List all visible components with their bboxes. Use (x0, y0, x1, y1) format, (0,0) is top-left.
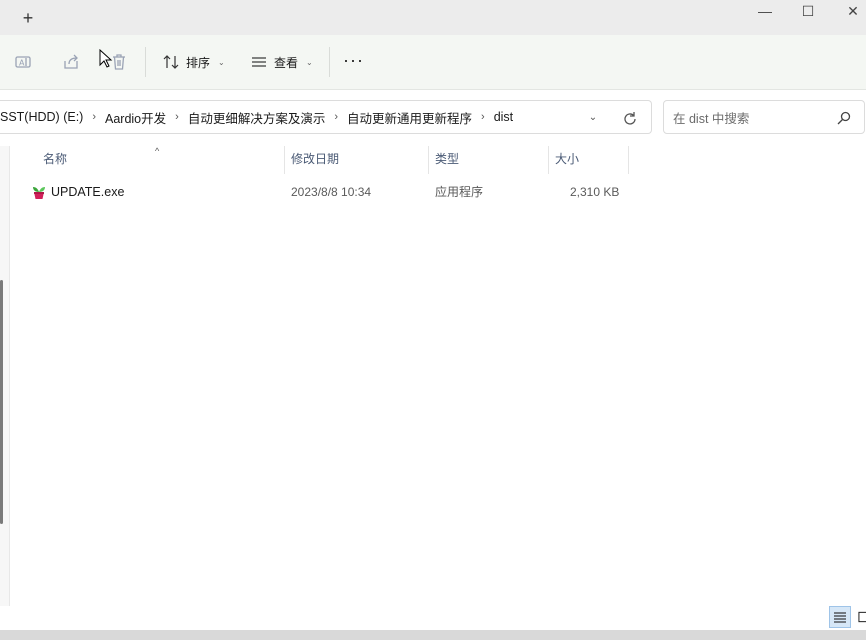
status-bar (0, 606, 866, 630)
tiles-view-button[interactable] (853, 606, 866, 628)
column-header-size[interactable]: 大小 (555, 146, 579, 174)
file-name: UPDATE.exe (51, 185, 125, 199)
view-label: 查看 (274, 55, 299, 70)
breadcrumb-item[interactable]: 自动更新通用更新程序 (347, 108, 472, 127)
breadcrumb-separator[interactable]: › (325, 111, 347, 123)
column-divider[interactable] (428, 146, 429, 174)
details-view-button[interactable] (829, 606, 851, 628)
breadcrumb-separator[interactable]: › (166, 111, 188, 123)
column-header-type[interactable]: 类型 (435, 146, 459, 174)
search-icon[interactable] (836, 110, 852, 126)
file-date: 2023/8/8 10:34 (291, 185, 372, 199)
details-view-icon (834, 612, 846, 623)
navigation-scrollbar[interactable] (0, 280, 3, 524)
breadcrumb-item-current[interactable]: dist (494, 110, 513, 124)
column-header-name[interactable]: 名称 (43, 146, 67, 174)
chevron-down-icon: ⌄ (218, 57, 225, 67)
new-tab-button[interactable]: + (18, 7, 38, 29)
refresh-icon[interactable] (620, 109, 640, 129)
sort-ascending-icon: ^ (155, 146, 160, 156)
column-header-date[interactable]: 修改日期 (291, 146, 339, 174)
toolbar-divider (329, 47, 330, 77)
breadcrumb-item[interactable]: 自动更细解决方案及演示 (188, 108, 326, 127)
file-type: 应用程序 (435, 185, 484, 199)
minimize-button[interactable]: — (750, 2, 780, 20)
close-button[interactable]: ✕ (838, 2, 866, 20)
column-divider[interactable] (628, 146, 629, 174)
svg-text:A: A (19, 59, 25, 68)
file-row[interactable]: UPDATE.exe 2023/8/8 10:34 应用程序 2,310 KB (10, 178, 630, 206)
breadcrumb[interactable]: SST(HDD) (E:) › Aardio开发 › 自动更细解决方案及演示 ›… (0, 100, 652, 134)
sort-icon (163, 55, 179, 69)
tiles-view-icon (857, 611, 866, 623)
column-divider[interactable] (548, 146, 549, 174)
window-bottom-edge (0, 630, 866, 640)
breadcrumb-item[interactable]: Aardio开发 (105, 108, 166, 127)
navigation-pane (0, 146, 10, 606)
mouse-cursor-icon (99, 49, 113, 68)
toolbar-divider (145, 47, 146, 77)
column-divider[interactable] (284, 146, 285, 174)
rename-icon[interactable]: A (13, 52, 33, 72)
more-options-button[interactable]: ··· (343, 51, 364, 69)
file-size: 2,310 KB (570, 185, 620, 199)
search-placeholder: 在 dist 中搜索 (673, 111, 750, 126)
breadcrumb-separator[interactable]: › (472, 111, 494, 123)
sort-button[interactable]: 排序 ⌄ (162, 50, 225, 74)
sort-label: 排序 (186, 55, 211, 70)
breadcrumb-item[interactable]: SST(HDD) (E:) (0, 110, 83, 124)
view-icon (252, 57, 266, 67)
share-icon[interactable] (61, 52, 81, 72)
maximize-button[interactable]: ☐ (793, 2, 823, 20)
view-button[interactable]: 查看 ⌄ (250, 50, 313, 74)
file-list: ^ 名称 修改日期 类型 大小 UPDATE.exe 2023/8/8 10:3… (10, 146, 866, 606)
address-row: SST(HDD) (E:) › Aardio开发 › 自动更细解决方案及演示 ›… (0, 90, 866, 146)
title-bar: + — ☐ ✕ (0, 0, 866, 35)
chevron-down-icon: ⌄ (306, 57, 313, 67)
breadcrumb-separator[interactable]: › (83, 111, 105, 123)
command-bar: A 排序 ⌄ 查看 ⌄ ··· (0, 35, 866, 90)
search-input[interactable]: 在 dist 中搜索 (663, 100, 865, 134)
address-history-chevron-icon[interactable]: ⌄ (584, 109, 602, 127)
app-exe-icon (33, 187, 45, 199)
